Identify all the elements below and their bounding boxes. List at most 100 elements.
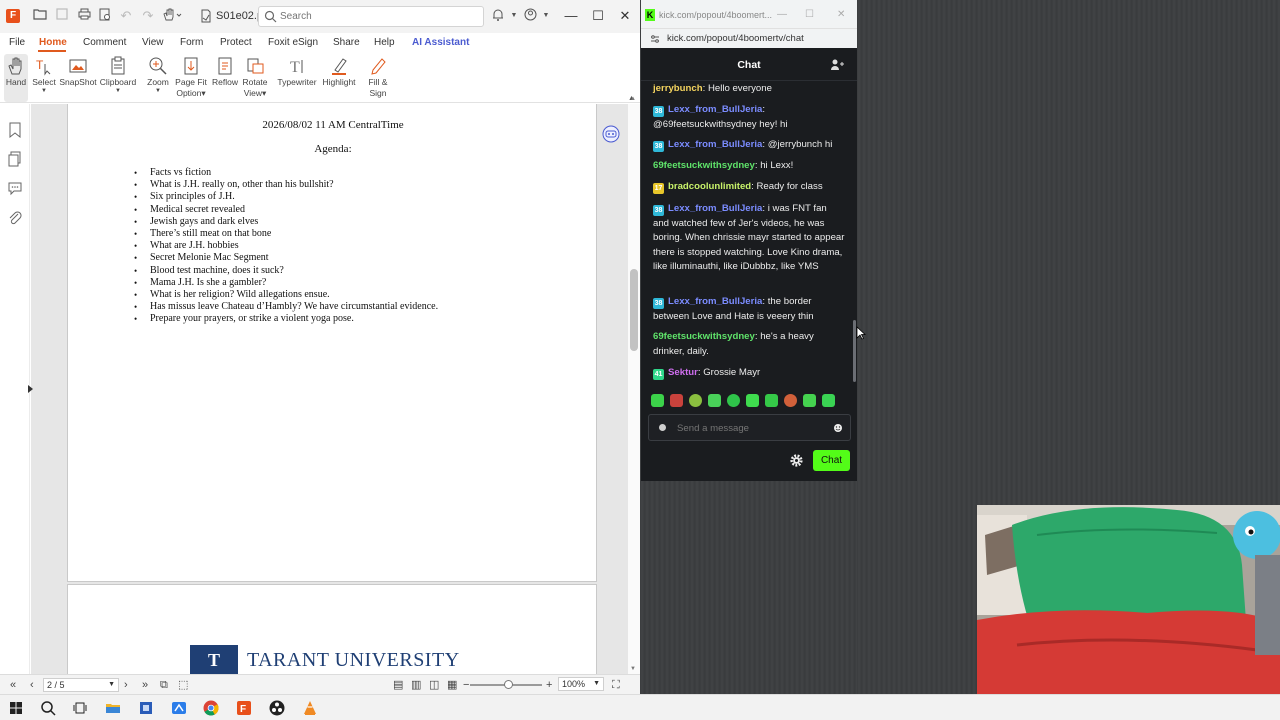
chat-username[interactable]: Lexx_from_BullJeria <box>668 104 762 115</box>
facing-view-icon[interactable]: ◫ <box>429 678 439 692</box>
subscriber-badge-icon[interactable]: 38 <box>653 205 664 216</box>
subscriber-badge-icon[interactable]: 38 <box>653 298 664 309</box>
single-page-view-icon[interactable]: ▤ <box>393 678 403 692</box>
comments-icon[interactable] <box>8 180 22 196</box>
emote-icon[interactable] <box>670 394 683 407</box>
app-icon[interactable] <box>170 699 188 717</box>
scroll-up-icon[interactable]: ▲ <box>630 96 636 102</box>
chat-username[interactable]: jerrybunch <box>653 83 703 94</box>
select-tool-button[interactable]: T Select ▼ <box>28 54 60 102</box>
chat-message[interactable]: 38 Lexx_from_BullJeria: @jerrybunch hi <box>653 138 845 153</box>
menu-file[interactable]: File <box>9 37 25 48</box>
bookmark-icon[interactable] <box>8 122 22 138</box>
app-icon[interactable] <box>137 699 155 717</box>
emote-icon[interactable] <box>784 394 797 407</box>
menu-foxit-esign[interactable]: Foxit eSign <box>268 37 318 48</box>
vlc-icon[interactable] <box>301 699 319 717</box>
menu-home[interactable]: Home <box>39 37 67 48</box>
subscriber-badge-icon[interactable]: 41 <box>653 369 664 380</box>
chevron-down-icon[interactable]: ▼ <box>538 8 554 24</box>
zoom-slider-knob[interactable] <box>504 680 513 689</box>
chat-username[interactable]: bradcoolunlimited <box>668 181 751 192</box>
menu-help[interactable]: Help <box>374 37 395 48</box>
chrome-icon[interactable] <box>202 699 220 717</box>
page-number-field[interactable]: 2 / 5 ▼ <box>43 678 119 692</box>
chat-message[interactable]: 38 Lexx_from_BullJeria: i was FNT fan and… <box>653 202 845 275</box>
menu-form[interactable]: Form <box>180 37 203 48</box>
scrollbar-thumb[interactable] <box>630 269 638 351</box>
chat-message[interactable]: 69feetsuckwithsydney: he's a heavy drink… <box>653 330 845 359</box>
chat-username[interactable]: Lexx_from_BullJeria <box>668 139 762 150</box>
fit-screen-icon[interactable]: ⛶ <box>612 678 620 692</box>
chevron-down-icon[interactable]: ▼ <box>506 8 522 24</box>
zoom-out-icon[interactable]: − <box>463 678 469 692</box>
search-input[interactable] <box>280 9 478 24</box>
minimize-button[interactable]: — <box>560 6 582 26</box>
save-icon[interactable] <box>54 8 70 24</box>
chat-message[interactable]: 41 Sektur: Grossie Mayr <box>653 366 845 381</box>
file-explorer-icon[interactable] <box>104 699 122 717</box>
chat-message[interactable]: 38 Lexx_from_BullJeria: @69feetsuckwithsy… <box>653 103 845 132</box>
search-icon[interactable] <box>39 699 57 717</box>
chat-maximize-button[interactable]: ☐ <box>805 9 814 20</box>
chat-send-button[interactable]: Chat <box>813 450 850 471</box>
expand-panel-arrow-icon[interactable] <box>28 385 33 393</box>
chat-close-button[interactable]: ✕ <box>837 9 845 20</box>
chat-username[interactable]: Lexx_from_BullJeria <box>668 203 762 214</box>
menu-view[interactable]: View <box>142 37 164 48</box>
chat-message-list[interactable]: jerrybunch: Hello everyone 38 Lexx_from_Bu… <box>641 81 853 386</box>
emote-icon[interactable] <box>765 394 778 407</box>
page-fit-option-button[interactable]: Page Fit Option▾ <box>172 54 210 102</box>
next-page-icon[interactable]: › <box>124 678 128 692</box>
menu-share[interactable]: Share <box>333 37 360 48</box>
print-icon[interactable] <box>76 8 92 24</box>
document-viewport[interactable]: 2026/08/02 11 AM CentralTime Agenda: • Fa… <box>31 104 628 674</box>
subscriber-badge-icon[interactable]: 17 <box>653 183 664 194</box>
continuous-view-icon[interactable]: ▥ <box>411 678 421 692</box>
chat-username[interactable]: Lexx_from_BullJeria <box>668 296 762 307</box>
emote-icon[interactable] <box>803 394 816 407</box>
notification-bell-icon[interactable] <box>490 8 506 24</box>
chat-message[interactable]: 17 bradcoolunlimited: Ready for class <box>653 180 845 195</box>
account-icon[interactable] <box>522 8 538 24</box>
foxit-pdf-icon[interactable]: F <box>235 699 253 717</box>
chat-minimize-button[interactable]: — <box>777 9 787 20</box>
emote-icon[interactable] <box>822 394 835 407</box>
scroll-down-icon[interactable]: ▼ <box>630 666 636 672</box>
menu-ai-assistant[interactable]: AI Assistant <box>412 37 469 48</box>
previous-page-icon[interactable]: ‹ <box>30 678 34 692</box>
menu-comment[interactable]: Comment <box>83 37 126 48</box>
chat-message-input[interactable] <box>677 421 827 435</box>
typewriter-button[interactable]: T Typewriter <box>276 54 318 102</box>
message-composer[interactable] <box>648 414 851 441</box>
emote-icon[interactable] <box>651 394 664 407</box>
chat-message[interactable]: 69feetsuckwithsydney: hi Lexx! <box>653 159 845 174</box>
obs-icon[interactable] <box>268 699 286 717</box>
subscriber-badge-icon[interactable]: 38 <box>653 106 664 117</box>
task-view-icon[interactable] <box>71 699 89 717</box>
emote-icon[interactable] <box>689 394 702 407</box>
close-button[interactable]: ✕ <box>614 6 636 26</box>
emoji-picker-icon[interactable] <box>833 423 843 433</box>
hand-tool-button[interactable]: Hand <box>4 54 28 102</box>
chat-message[interactable]: 38 Lexx_from_BullJeria: the border betwee… <box>653 295 845 324</box>
undo-icon[interactable]: ↶ <box>118 8 134 24</box>
fullscreen-page-icon[interactable]: ⬚ <box>178 678 188 692</box>
search-box[interactable] <box>258 6 484 27</box>
rotate-view-button[interactable]: Rotate View▾ <box>238 54 272 102</box>
emote-icon[interactable] <box>708 394 721 407</box>
users-list-icon[interactable] <box>830 58 844 72</box>
cover-view-icon[interactable]: ▦ <box>447 678 457 692</box>
subscriber-badge-icon[interactable]: 38 <box>653 141 664 152</box>
ai-assistant-float-icon[interactable] <box>600 124 622 144</box>
reflow-button[interactable]: Reflow <box>208 54 242 102</box>
fill-sign-button[interactable]: Fill & Sign <box>360 54 396 102</box>
clipboard-button[interactable]: Clipboard ▼ <box>98 54 138 102</box>
zoom-in-icon[interactable]: + <box>546 678 552 692</box>
first-page-icon[interactable]: « <box>10 678 16 692</box>
vertical-scrollbar[interactable]: ▲ ▼ <box>628 96 640 674</box>
chat-message[interactable]: jerrybunch: Hello everyone <box>653 82 845 97</box>
copy-page-icon[interactable]: ⧉ <box>160 678 168 692</box>
chat-username[interactable]: Sektur <box>668 367 698 378</box>
emote-icon[interactable] <box>746 394 759 407</box>
